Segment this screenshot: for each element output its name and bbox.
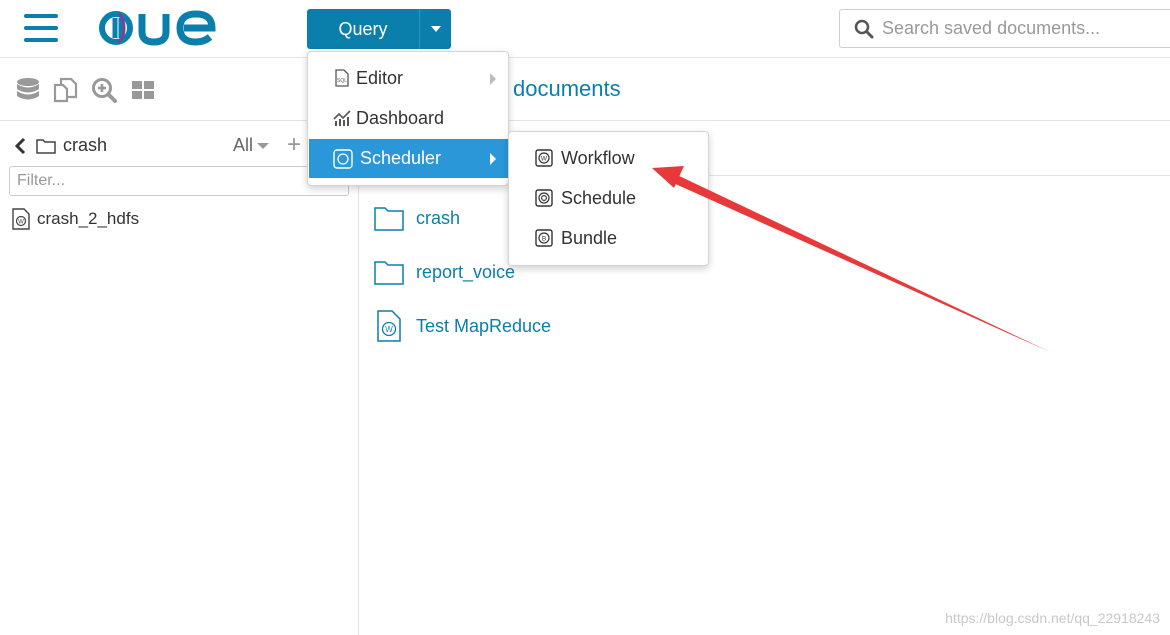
page-title: documents [513, 76, 621, 101]
folder-icon [374, 207, 404, 231]
submenu-item-label: Bundle [561, 227, 618, 248]
grid-icon[interactable] [129, 76, 157, 104]
submenu-item-workflow[interactable]: W Workflow [509, 138, 708, 178]
scheduler-icon [333, 149, 353, 169]
hue-logo[interactable] [98, 8, 224, 48]
query-dropdown-caret-icon[interactable] [420, 9, 451, 49]
top-navbar: Query [0, 0, 1170, 58]
workflow-file-icon: W [12, 208, 30, 230]
menu-item-dashboard[interactable]: Dashboard [309, 99, 508, 138]
watermark: https://blog.csdn.net/qq_22918243 [945, 610, 1160, 626]
svg-text:B: B [542, 236, 546, 243]
filter-input[interactable] [9, 166, 349, 196]
dashboard-icon [333, 110, 351, 126]
breadcrumb-label[interactable]: crash [63, 135, 107, 156]
breadcrumb: crash [14, 135, 107, 156]
bundle-icon: B [535, 229, 553, 247]
submenu-item-schedule[interactable]: Schedule [509, 178, 708, 218]
workflow-file-icon: W [377, 310, 401, 342]
chevron-right-icon [490, 73, 496, 85]
menu-item-label: Editor [356, 68, 404, 88]
document-name: report_voice [416, 261, 516, 282]
file-name: crash_2_hdfs [37, 209, 140, 228]
chevron-right-icon [490, 153, 496, 165]
scheduler-submenu: W Workflow Schedule B Bundle [508, 131, 709, 266]
list-item[interactable]: W crash_2_hdfs [11, 208, 139, 230]
add-icon[interactable]: + [287, 131, 301, 159]
type-filter-label: All [233, 135, 254, 155]
editor-icon: SQL [335, 69, 349, 87]
menu-item-editor[interactable]: SQL Editor [309, 59, 508, 98]
menu-item-label: Dashboard [356, 108, 445, 128]
search-zoom-icon[interactable] [90, 76, 118, 104]
svg-text:SQL: SQL [337, 78, 347, 84]
folder-icon [374, 261, 404, 285]
menu-item-scheduler[interactable]: Scheduler [309, 139, 508, 178]
database-icon[interactable] [14, 76, 42, 104]
document-name: crash [416, 207, 461, 228]
svg-text:W: W [385, 325, 393, 334]
left-assist-toolbar [0, 59, 359, 121]
submenu-item-bundle[interactable]: B Bundle [509, 218, 708, 258]
type-filter-dropdown[interactable]: All [233, 135, 270, 156]
menu-item-label: Scheduler [360, 148, 442, 168]
submenu-item-label: Workflow [561, 147, 635, 168]
query-button-label[interactable]: Query [307, 9, 420, 49]
search-box[interactable] [839, 9, 1170, 48]
caret-down-icon [257, 142, 270, 149]
search-icon [854, 19, 874, 38]
svg-text:W: W [541, 156, 548, 163]
folder-icon [36, 138, 56, 154]
svg-text:W: W [18, 220, 24, 226]
document-row[interactable]: W Test MapReduce [374, 298, 551, 354]
submenu-item-label: Schedule [561, 187, 637, 208]
left-panel: crash All + W crash_2_hdfs [0, 121, 359, 635]
workflow-icon: W [535, 149, 553, 167]
document-name: Test MapReduce [416, 315, 552, 336]
chevron-left-icon[interactable] [14, 137, 26, 155]
hamburger-menu-icon[interactable] [24, 14, 58, 42]
search-input[interactable] [882, 18, 1170, 39]
query-dropdown-menu: SQL Editor Dashboard Scheduler [307, 51, 509, 186]
query-button[interactable]: Query [307, 9, 451, 49]
documents-icon[interactable] [51, 76, 79, 104]
schedule-icon [535, 189, 553, 207]
